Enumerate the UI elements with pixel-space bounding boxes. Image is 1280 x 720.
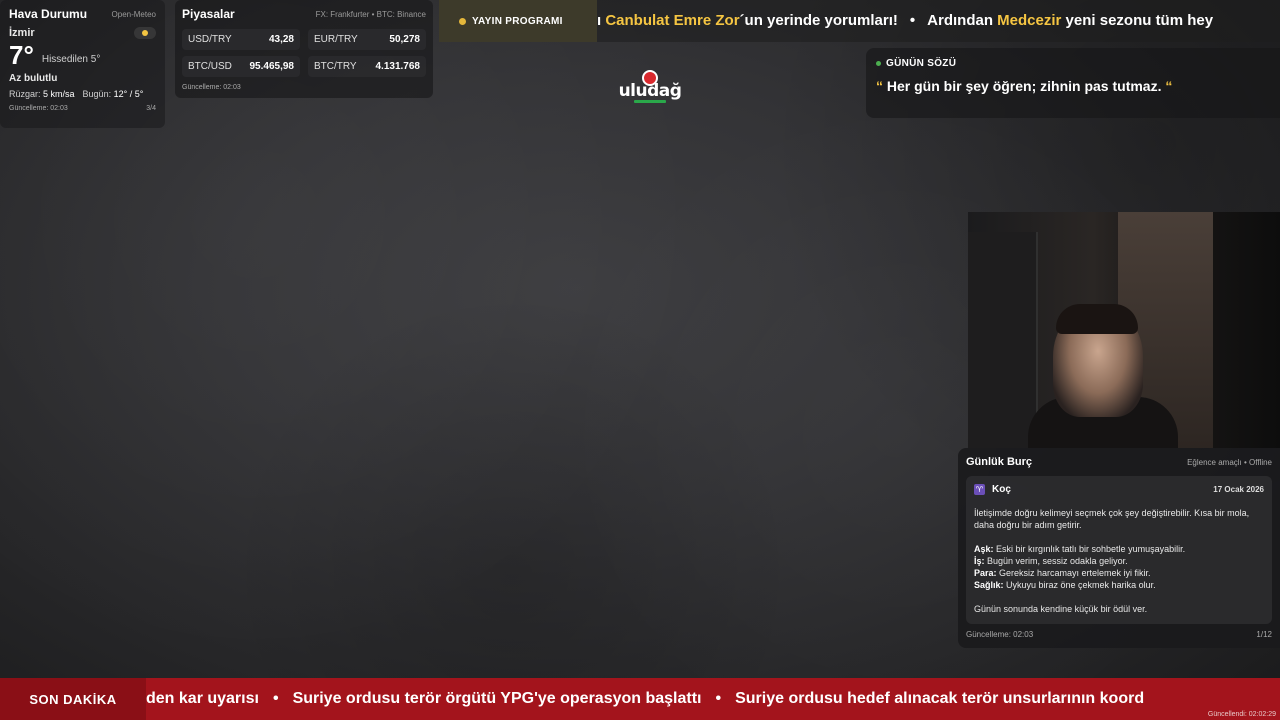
- market-label: USD/TRY: [188, 34, 232, 45]
- horoscope-card: ♈ Koç 17 Ocak 2026 İletişimde doğru keli…: [966, 476, 1272, 624]
- logo-emblem-icon: [642, 70, 658, 86]
- weather-source: Open-Meteo: [111, 9, 156, 19]
- horoscope-sign: ♈ Koç: [974, 484, 1011, 495]
- horoscope-date: 17 Ocak 2026: [1213, 485, 1264, 494]
- schedule-badge: YAYIN PROGRAMI: [439, 0, 597, 42]
- today-value: 12° / 5°: [113, 89, 144, 99]
- quote-close-mark: “: [1165, 78, 1173, 94]
- horoscope-header: Günlük Burç Eğlence amaçlı • Offline: [966, 456, 1272, 468]
- market-item-usdtry: USD/TRY 43,28: [182, 29, 300, 50]
- horoscope-updated: Güncelleme: 02:03: [966, 630, 1034, 639]
- wind-value: 5 km/sa: [43, 89, 75, 99]
- news-separator: •: [272, 690, 279, 707]
- news-item: den kar uyarısı: [146, 690, 259, 707]
- market-value: 95.465,98: [249, 61, 295, 72]
- markets-title: Piyasalar: [182, 7, 235, 21]
- news-item: Suriye ordusu hedef alınacak terör unsur…: [735, 690, 1145, 707]
- market-item-btctry: BTC/TRY 4.131.768: [308, 56, 426, 77]
- breaking-news-badge: SON DAKİKA: [0, 678, 146, 720]
- today-label: Bugün:: [82, 89, 112, 99]
- ticker-fragment: ´un yerinde yorumları!: [739, 12, 898, 29]
- weather-footer: Güncelleme: 02:03 3/4: [9, 105, 156, 112]
- quote-header: GÜNÜN SÖZÜ: [876, 58, 1270, 69]
- horoscope-sign-name: Koç: [992, 484, 1011, 495]
- weather-updated: Güncelleme: 02:03: [9, 105, 68, 112]
- markets-source: FX: Frankfurter • BTC: Binance: [315, 9, 426, 19]
- weather-feels-like: Hissedilen 5°: [41, 54, 101, 65]
- market-value: 43,28: [268, 34, 294, 45]
- work-label: İş:: [974, 556, 985, 566]
- weather-city-row: İzmir: [9, 27, 156, 39]
- webcam-background-door: [968, 232, 1038, 448]
- weather-condition: Az bulutlu: [9, 73, 58, 84]
- breaking-news-ticker: SON DAKİKA den kar uyarısı • Suriye ordusu…: [0, 678, 1280, 720]
- work-text: Bugün verim, sessiz odakla geliyor.: [984, 556, 1128, 566]
- schedule-badge-label: YAYIN PROGRAMI: [472, 15, 563, 27]
- love-text: Eski bir kırgınlık tatlı bir sohbetle yu…: [993, 544, 1186, 554]
- news-separator: •: [715, 690, 722, 707]
- quote-body: Her gün bir şey öğren; zihnin pas tutmaz…: [883, 78, 1166, 94]
- markets-grid: USD/TRY 43,28 EUR/TRY 50,278 BTC/USD 95.…: [182, 29, 426, 77]
- horoscope-love: Aşk: Eski bir kırgınlık tatlı bir sohbet…: [974, 543, 1264, 555]
- quote-widget: GÜNÜN SÖZÜ “ Her gün bir şey öğren; zihn…: [866, 48, 1280, 118]
- market-value: 50,278: [389, 34, 420, 45]
- weather-city: İzmir: [9, 27, 35, 39]
- breaking-news-text: den kar uyarısı • Suriye ordusu terör örgü…: [146, 690, 1144, 708]
- health-text: Uykuyu biraz öne çekmek harika olur.: [1003, 580, 1156, 590]
- market-item-eurtry: EUR/TRY 50,278: [308, 29, 426, 50]
- weather-temp-row: 7° Hissedilen 5°: [9, 41, 156, 69]
- markets-widget: Piyasalar FX: Frankfurter • BTC: Binance…: [175, 0, 433, 98]
- ticker-updated: Güncellendi: 02:02:29: [1207, 711, 1276, 718]
- status-dot-icon: [876, 61, 881, 66]
- weather-title: Hava Durumu: [9, 7, 88, 21]
- horoscope-page-indicator: 1/12: [1256, 630, 1272, 639]
- market-label: EUR/TRY: [314, 34, 358, 45]
- markets-updated: Güncelleme: 02:03: [182, 84, 241, 91]
- webcam-feed: [968, 212, 1280, 448]
- love-label: Aşk:: [974, 544, 994, 554]
- quote-text: “ Her gün bir şey öğren; zihnin pas tutm…: [876, 78, 1270, 94]
- weather-header: Hava Durumu Open-Meteo: [9, 7, 156, 21]
- horoscope-money: Para: Gereksiz harcamayı ertelemek iyi f…: [974, 567, 1264, 579]
- horoscope-health: Sağlık: Uykuyu biraz öne çekmek harika o…: [974, 579, 1264, 591]
- ticker-fragment: Ardından: [927, 12, 998, 29]
- weather-temperature: 7°: [9, 40, 34, 70]
- ticker-fragment: yeni sezonu tüm hey: [1061, 12, 1214, 29]
- money-text: Gereksiz harcamayı ertelemek iyi fikir.: [996, 568, 1151, 578]
- schedule-ticker-text: ı Canbulat Emre Zor´un yerinde yorumları…: [597, 12, 1213, 29]
- weather-details: Rüzgar: 5 km/sa Bugün: 12° / 5°: [9, 89, 156, 99]
- partly-cloudy-icon: [134, 27, 156, 39]
- horoscope-intro: İletişimde doğru kelimeyi seçmek çok şey…: [974, 508, 1250, 530]
- horoscope-widget: Günlük Burç Eğlence amaçlı • Offline ♈ K…: [958, 448, 1280, 648]
- weather-page-indicator: 3/4: [146, 105, 156, 112]
- horoscope-body: İletişimde doğru kelimeyi seçmek çok şey…: [974, 507, 1264, 615]
- ticker-highlight: Medcezir: [997, 12, 1062, 29]
- aries-icon: ♈: [974, 484, 985, 495]
- horoscope-work: İş: Bugün verim, sessiz odakla geliyor.: [974, 555, 1264, 567]
- wind-label: Rüzgar:: [9, 89, 41, 99]
- horoscope-sign-row: ♈ Koç 17 Ocak 2026: [974, 484, 1264, 495]
- health-label: Sağlık:: [974, 580, 1004, 590]
- market-item-btcusd: BTC/USD 95.465,98: [182, 56, 300, 77]
- webcam-person-hair: [1056, 304, 1138, 334]
- quote-title: GÜNÜN SÖZÜ: [886, 58, 957, 69]
- markets-header: Piyasalar FX: Frankfurter • BTC: Binance: [182, 7, 426, 21]
- market-label: BTC/USD: [188, 61, 232, 72]
- market-value: 4.131.768: [375, 61, 421, 72]
- quote-open-mark: “: [876, 78, 883, 94]
- money-label: Para:: [974, 568, 997, 578]
- horoscope-outro: Günün sonunda kendine küçük bir ödül ver…: [974, 604, 1148, 614]
- live-dot-icon: [459, 17, 466, 25]
- news-item: Suriye ordusu terör örgütü YPG'ye operas…: [292, 690, 702, 707]
- schedule-ticker: YAYIN PROGRAMI ı Canbulat Emre Zor´un ye…: [439, 0, 1280, 42]
- weather-widget: Hava Durumu Open-Meteo İzmir 7° Hissedil…: [0, 0, 165, 128]
- market-label: BTC/TRY: [314, 61, 357, 72]
- horoscope-source: Eğlence amaçlı • Offline: [1187, 457, 1272, 467]
- horoscope-title: Günlük Burç: [966, 456, 1033, 468]
- channel-logo: uludağ: [619, 70, 682, 106]
- ticker-highlight: Canbulat Emre Zor: [605, 12, 740, 29]
- ticker-separator: •: [909, 12, 916, 29]
- logo-underline: [634, 100, 666, 103]
- horoscope-footer: Güncelleme: 02:03 1/12: [966, 630, 1272, 639]
